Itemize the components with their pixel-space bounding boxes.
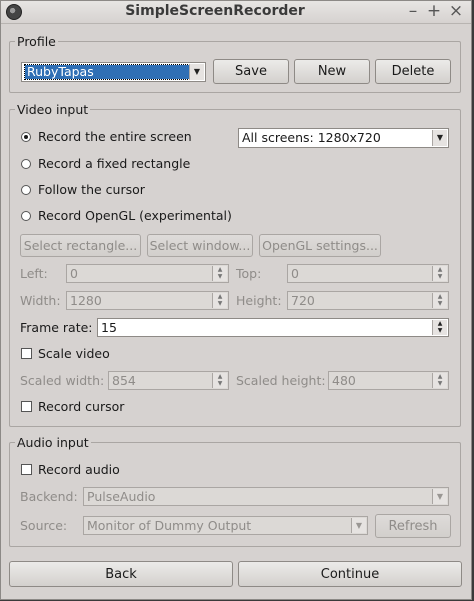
radio-fixed-rectangle-label: Record a fixed rectangle	[38, 156, 191, 171]
top-value: 0	[291, 266, 299, 281]
screen-select-value: All screens: 1280x720	[242, 130, 381, 145]
frame-rate-value: 15	[101, 320, 117, 335]
left-value: 0	[70, 266, 78, 281]
chevron-down-icon: ▼	[351, 518, 366, 533]
spin-arrows-icon: ▲ ▼	[212, 266, 227, 281]
record-audio-checkbox[interactable]	[21, 464, 32, 475]
spin-arrows-icon: ▲ ▼	[432, 373, 447, 388]
source-select[interactable]: Monitor of Dummy Output ▼	[83, 516, 368, 535]
spin-arrows-icon: ▲ ▼	[432, 266, 447, 281]
width-label: Width:	[20, 293, 61, 308]
backend-select[interactable]: PulseAudio ▼	[83, 487, 449, 506]
refresh-button[interactable]: Refresh	[375, 514, 451, 538]
profile-selected-value: RubyTapas	[24, 64, 192, 80]
spin-arrows-icon: ▲ ▼	[432, 293, 447, 308]
frame-rate-label: Frame rate:	[20, 320, 93, 335]
scaled-height-spinbox[interactable]: 480 ▲ ▼	[328, 371, 449, 390]
video-input-legend: Video input	[17, 102, 89, 117]
radio-follow-cursor-label: Follow the cursor	[38, 182, 145, 197]
screen-select[interactable]: All screens: 1280x720 ▼	[238, 128, 449, 148]
record-cursor-label: Record cursor	[38, 399, 125, 414]
spin-arrows-icon: ▲ ▼	[212, 293, 227, 308]
height-label: Height:	[236, 293, 282, 308]
new-button[interactable]: New	[294, 59, 370, 84]
source-label: Source:	[20, 518, 68, 533]
backend-value: PulseAudio	[87, 489, 156, 504]
height-value: 720	[291, 293, 315, 308]
chevron-down-icon: ▼	[189, 64, 204, 80]
window-title: SimpleScreenRecorder	[125, 3, 305, 19]
back-button[interactable]: Back	[9, 561, 233, 587]
radio-opengl[interactable]	[21, 211, 31, 221]
continue-button[interactable]: Continue	[238, 561, 462, 587]
record-audio-label: Record audio	[38, 462, 120, 477]
audio-input-legend: Audio input	[17, 435, 89, 450]
profile-select[interactable]: RubyTapas ▼	[21, 62, 206, 82]
title-bar: SimpleScreenRecorder – + ×	[1, 1, 471, 24]
radio-follow-cursor[interactable]	[21, 185, 31, 195]
left-spinbox[interactable]: 0 ▲ ▼	[66, 264, 229, 283]
close-icon[interactable]: ×	[447, 2, 465, 20]
radio-fixed-rectangle[interactable]	[21, 159, 31, 169]
select-rectangle-button[interactable]: Select rectangle...	[20, 234, 141, 257]
scaled-width-value: 854	[112, 373, 136, 388]
chevron-down-icon: ▼	[432, 130, 447, 146]
height-spinbox[interactable]: 720 ▲ ▼	[287, 291, 449, 310]
scaled-height-label: Scaled height:	[236, 373, 326, 388]
top-label: Top:	[236, 266, 262, 281]
width-spinbox[interactable]: 1280 ▲ ▼	[66, 291, 229, 310]
scaled-height-value: 480	[332, 373, 356, 388]
left-label: Left:	[20, 266, 48, 281]
profile-legend: Profile	[17, 34, 56, 49]
scale-video-label: Scale video	[38, 346, 110, 361]
source-value: Monitor of Dummy Output	[87, 518, 252, 533]
opengl-settings-button[interactable]: OpenGL settings...	[259, 234, 381, 257]
select-window-button[interactable]: Select window...	[147, 234, 253, 257]
spin-arrows-icon: ▲ ▼	[212, 373, 227, 388]
main-window: SimpleScreenRecorder – + × Profile RubyT…	[0, 0, 472, 600]
record-cursor-checkbox[interactable]	[21, 401, 32, 412]
delete-button[interactable]: Delete	[375, 59, 451, 84]
scaled-width-label: Scaled width:	[20, 373, 105, 388]
save-button[interactable]: Save	[213, 59, 289, 84]
scale-video-checkbox[interactable]	[21, 348, 32, 359]
maximize-icon[interactable]: +	[425, 2, 443, 20]
backend-label: Backend:	[20, 489, 78, 504]
radio-entire-screen-label: Record the entire screen	[38, 129, 192, 144]
radio-entire-screen[interactable]	[21, 132, 31, 142]
top-spinbox[interactable]: 0 ▲ ▼	[287, 264, 449, 283]
frame-rate-spinbox[interactable]: 15 ▲ ▼	[97, 318, 449, 337]
scaled-width-spinbox[interactable]: 854 ▲ ▼	[108, 371, 229, 390]
minimize-icon[interactable]: –	[404, 2, 422, 20]
width-value: 1280	[70, 293, 102, 308]
chevron-down-icon: ▼	[432, 489, 447, 504]
spin-arrows-icon: ▲ ▼	[432, 320, 447, 335]
radio-opengl-label: Record OpenGL (experimental)	[38, 208, 232, 223]
